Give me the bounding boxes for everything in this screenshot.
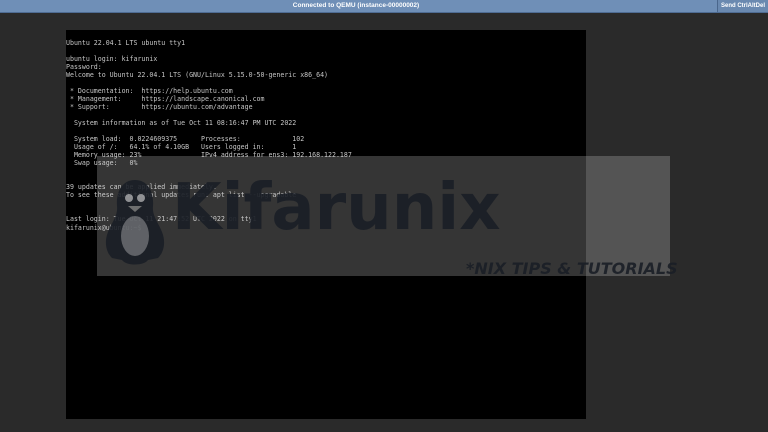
vnc-top-bar: Connected to QEMU (instance-00000002) Se…	[0, 0, 768, 13]
console-line: Last login: Tue Oct 11 21:47:52 UTC 2022…	[66, 215, 257, 223]
console-prompt: kifarunix@ubuntu:~$	[66, 224, 142, 232]
console-line: * Support: https://ubuntu.com/advantage	[66, 103, 253, 111]
console-line: Password:	[66, 63, 102, 71]
console-line: System load: 0.0224609375 Processes: 102	[66, 135, 305, 143]
console-line: Swap usage: 0%	[66, 159, 138, 167]
console-line: Memory usage: 23% IPv4 address for ens3:…	[66, 151, 352, 159]
console-line: To see these additional updates run: apt…	[66, 191, 297, 199]
console-line: * Management: https://landscape.canonica…	[66, 95, 265, 103]
console-line: * Documentation: https://help.ubuntu.com	[66, 87, 233, 95]
console-line: System information as of Tue Oct 11 08:1…	[66, 119, 297, 127]
connection-status: Connected to QEMU (instance-00000002)	[292, 2, 420, 9]
terminal-console[interactable]: Ubuntu 22.04.1 LTS ubuntu tty1 ubuntu lo…	[66, 30, 586, 419]
console-line: Ubuntu 22.04.1 LTS ubuntu tty1	[66, 39, 186, 47]
console-line: Usage of /: 64.1% of 4.10GB Users logged…	[66, 143, 297, 151]
send-ctrl-alt-del-button[interactable]: Send CtrlAltDel	[717, 0, 768, 12]
console-line: 39 updates can be applied immediately.	[66, 183, 217, 191]
console-line: ubuntu login: kifarunix	[66, 55, 158, 63]
console-line: Welcome to Ubuntu 22.04.1 LTS (GNU/Linux…	[66, 71, 329, 79]
